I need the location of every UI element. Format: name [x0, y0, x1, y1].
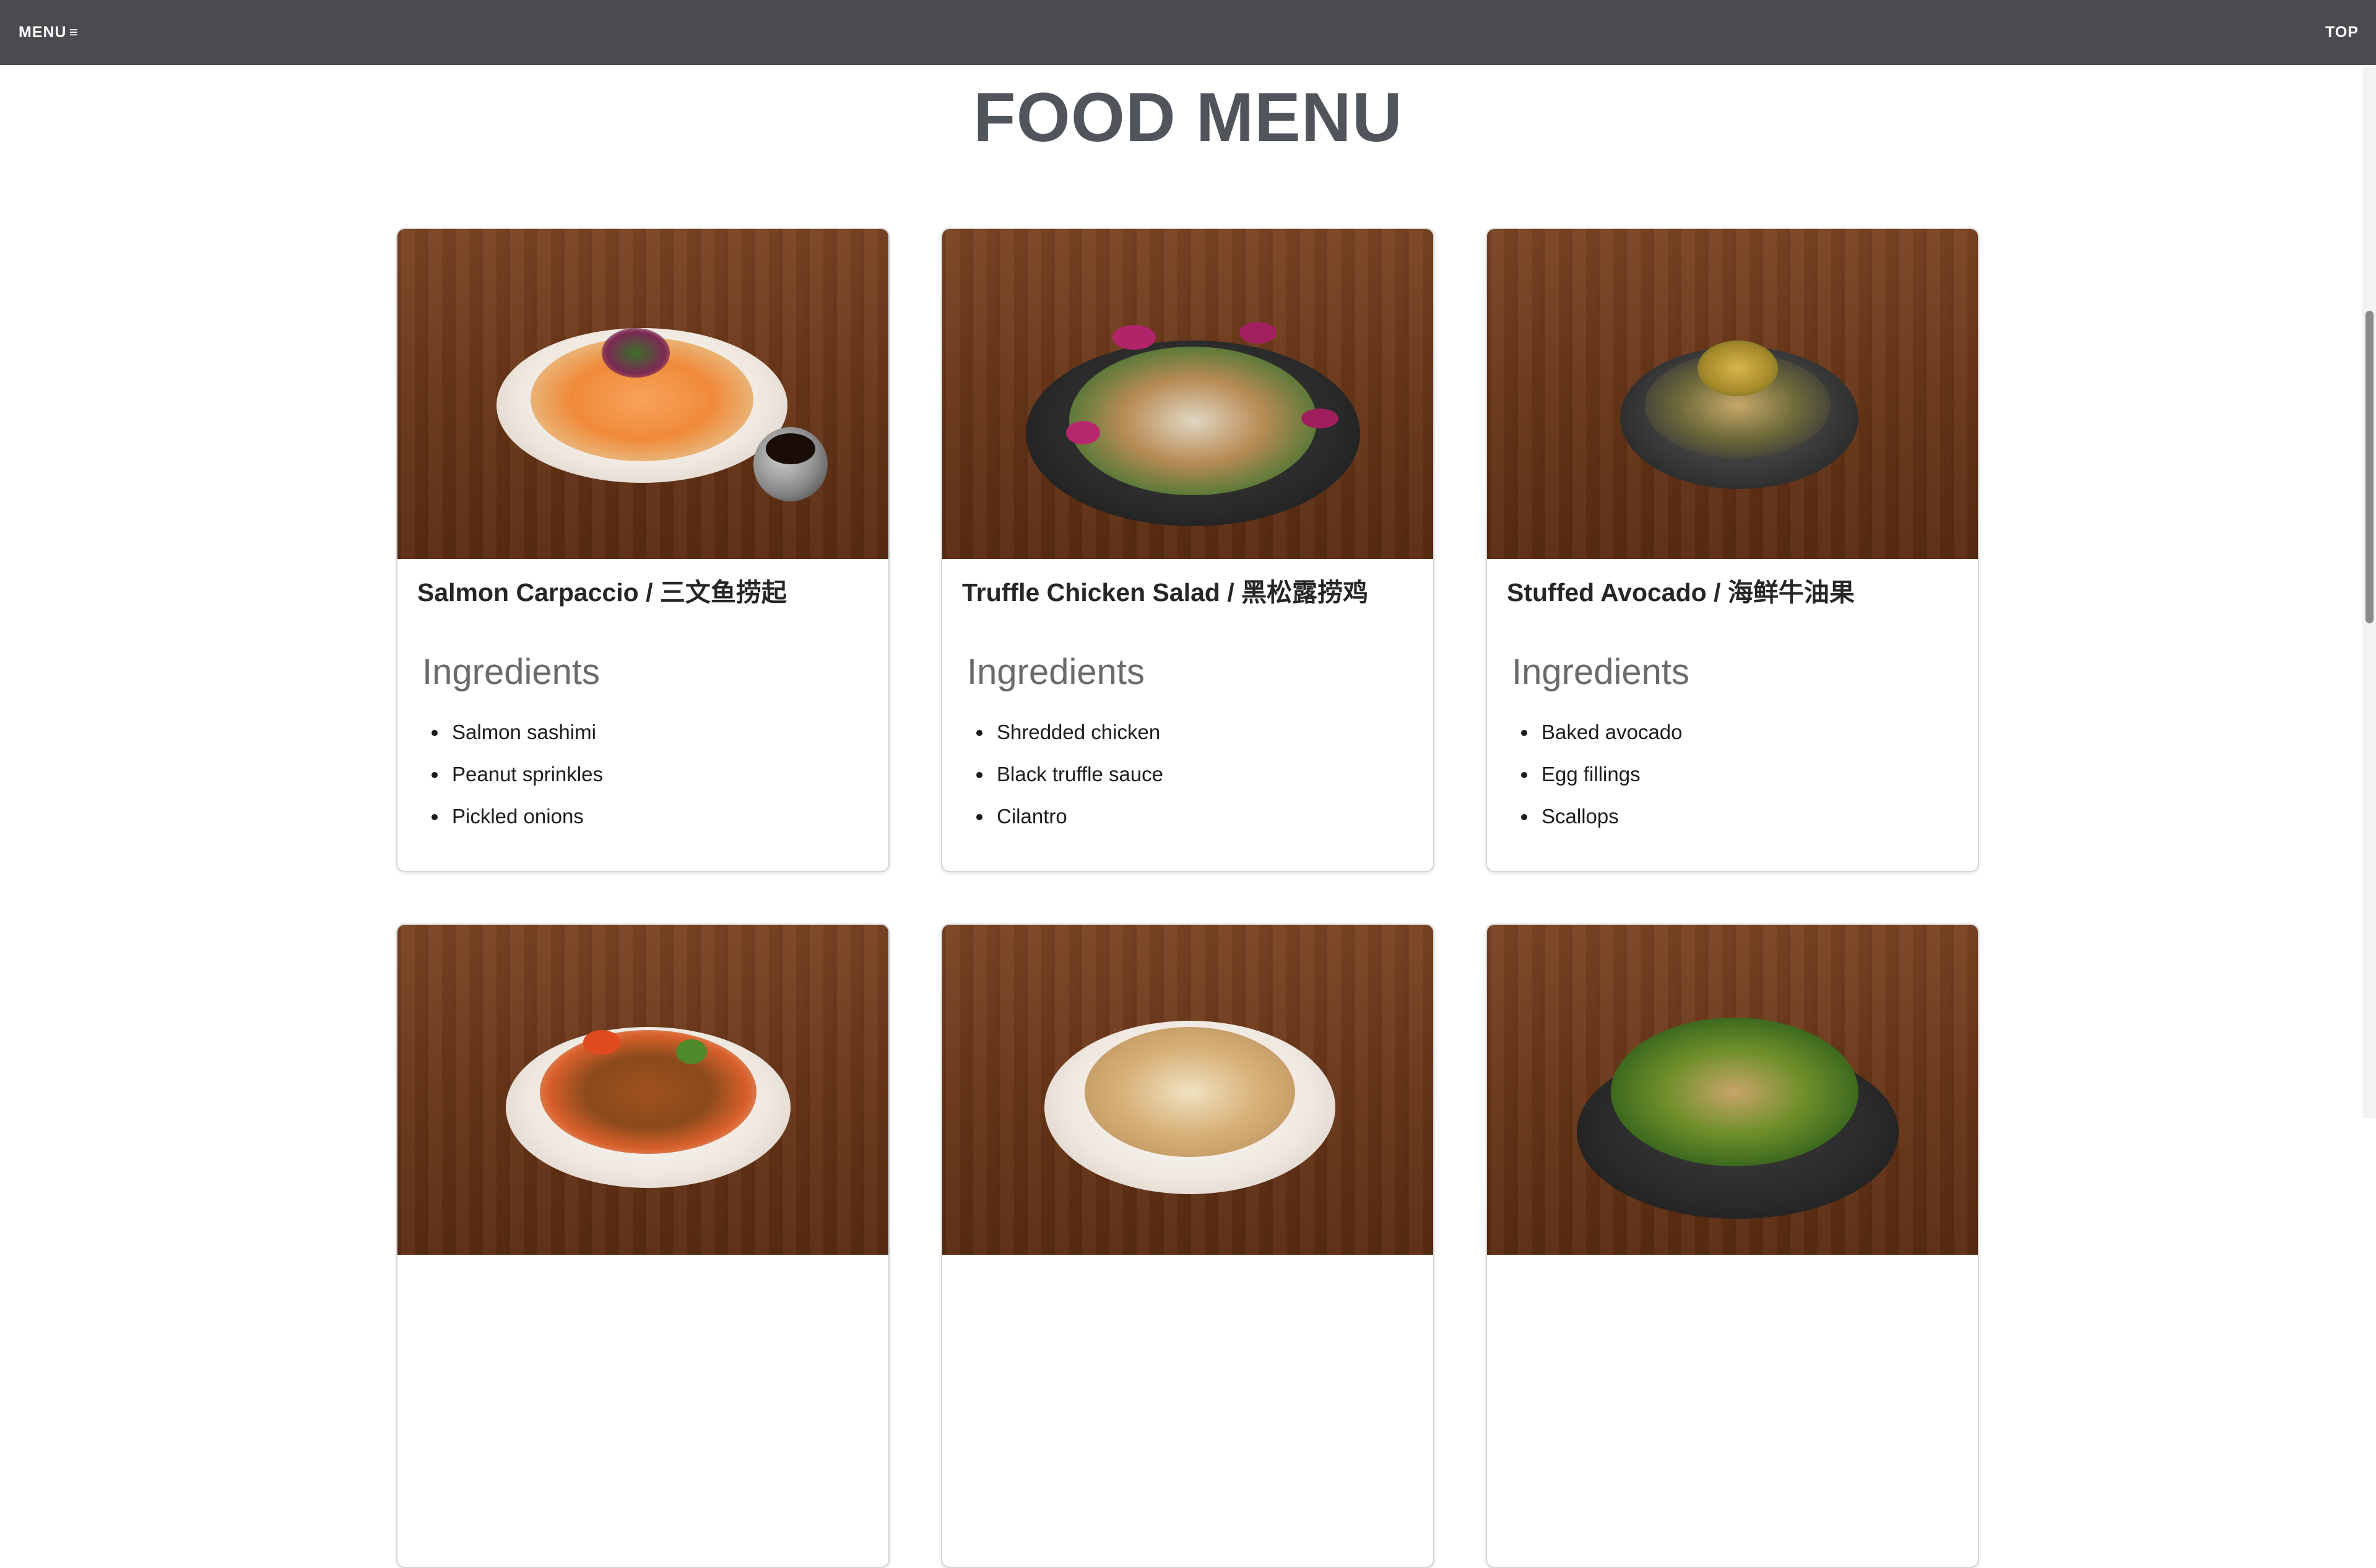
menu-card: [396, 924, 890, 1568]
hamburger-icon: ≡: [69, 24, 79, 41]
list-item: Cilantro: [993, 795, 1413, 838]
dish-photo: [1487, 925, 1978, 1255]
list-item: Pickled onions: [448, 795, 869, 838]
ingredients-list: Baked avocado Egg fillings Scallops: [1538, 711, 1958, 838]
list-item: Shredded chicken: [993, 711, 1413, 753]
page-scrollbar-thumb[interactable]: [2365, 311, 2374, 623]
dish-name: Truffle Chicken Salad / 黑松露捞鸡: [962, 578, 1369, 607]
dish-photo: [1487, 229, 1978, 559]
list-item: Black truffle sauce: [993, 753, 1413, 795]
list-item: Egg fillings: [1538, 753, 1958, 795]
top-nav-bar: MENU ≡ TOP: [0, 0, 2376, 65]
ingredients-list: Salmon sashimi Peanut sprinkles Pickled …: [448, 711, 869, 838]
list-item: Scallops: [1538, 795, 1958, 838]
ingredients-heading: Ingredients: [422, 652, 600, 693]
menu-card: Stuffed Avocado / 海鲜牛油果 Ingredients Bake…: [1486, 228, 1979, 872]
ingredients-heading: Ingredients: [1512, 652, 1689, 693]
dish-photo: [397, 925, 888, 1255]
list-item: Baked avocado: [1538, 711, 1958, 753]
menu-card: [941, 924, 1434, 1568]
page-title: FOOD MENU: [973, 79, 1403, 156]
menu-label: MENU: [19, 24, 67, 41]
menu-card: Salmon Carpaccio / 三文鱼捞起 Ingredients Sal…: [396, 228, 890, 872]
dish-photo: [942, 925, 1433, 1255]
list-item: Peanut sprinkles: [448, 753, 869, 795]
dish-photo: [942, 229, 1433, 559]
ingredients-heading: Ingredients: [967, 652, 1145, 693]
menu-grid: Salmon Carpaccio / 三文鱼捞起 Ingredients Sal…: [396, 228, 1979, 1568]
menu-button[interactable]: MENU ≡: [19, 24, 79, 41]
back-to-top-link[interactable]: TOP: [2325, 24, 2359, 41]
dish-name: Stuffed Avocado / 海鲜牛油果: [1507, 578, 1855, 607]
dish-photo: [397, 229, 888, 559]
list-item: Salmon sashimi: [448, 711, 869, 753]
dish-name: Salmon Carpaccio / 三文鱼捞起: [417, 578, 787, 607]
ingredients-list: Shredded chicken Black truffle sauce Cil…: [993, 711, 1413, 838]
menu-card: [1486, 924, 1979, 1568]
menu-card: Truffle Chicken Salad / 黑松露捞鸡 Ingredient…: [941, 228, 1434, 872]
